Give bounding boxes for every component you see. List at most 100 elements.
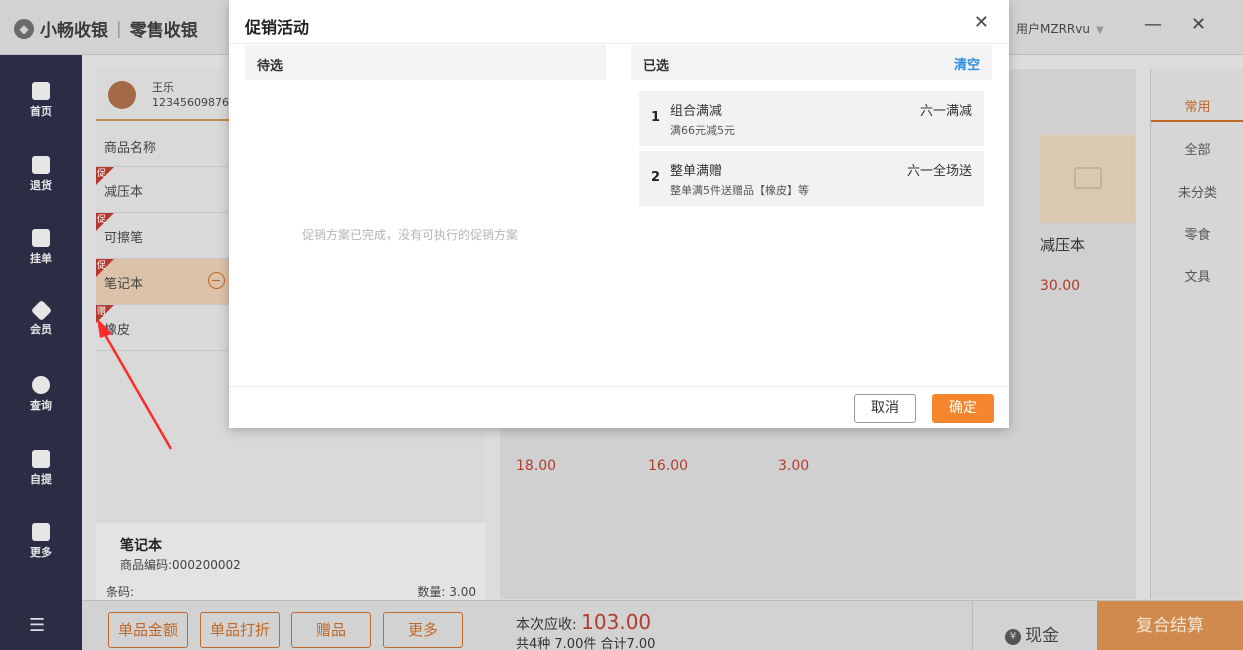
category-snacks[interactable]: 零食 [1151, 224, 1243, 243]
item-detail: 笔记本 商品编码:000200002 条码: 数量: 3.00 [96, 523, 486, 601]
cart-row[interactable]: 赠 橡皮 [96, 305, 230, 351]
item-discount-button[interactable]: 单品打折 [200, 612, 280, 648]
window-close-button[interactable]: ✕ [1191, 14, 1206, 35]
user-name: 用户MZRRvu [1016, 22, 1090, 36]
logo-divider: | [116, 18, 122, 39]
cart-row[interactable]: 促 减压本 [96, 167, 230, 213]
promotion-index: 1 [651, 110, 661, 125]
promo-tag-text: 促 [97, 261, 107, 271]
pending-header: 待选 [245, 45, 606, 80]
selected-promotion-item[interactable]: 1 组合满减 满66元减5元 六一满减 [639, 91, 984, 146]
amount-due-value: 103.00 [581, 610, 652, 634]
nav-pickup[interactable]: 自提 [0, 450, 82, 510]
goods-price: 30.00 [1040, 278, 1081, 294]
return-icon [32, 156, 50, 174]
home-icon [32, 82, 50, 100]
order-summary: 共4种 7.00件 合计7.00 [516, 637, 656, 650]
promotion-type: 六一满减 [919, 104, 972, 119]
cash-pay-button[interactable]: ¥ 现金 [972, 601, 1097, 650]
nav-return[interactable]: 退货 [0, 156, 82, 216]
promotion-index: 2 [651, 170, 661, 185]
gift-tag-text: 赠 [97, 307, 107, 317]
cart-row[interactable]: 促 可擦笔 [96, 213, 230, 259]
nav-label: 会员 [30, 323, 52, 336]
divider [229, 386, 1009, 387]
nav-label: 自提 [30, 473, 52, 486]
cart-item-name: 可擦笔 [104, 231, 144, 246]
image-placeholder-icon [1074, 167, 1102, 189]
nav-search[interactable]: 查询 [0, 376, 82, 436]
nav-label: 退货 [30, 179, 52, 192]
promotion-dialog: 促销活动 ✕ 待选 已选 清空 促销方案已完成，没有可执行的促销方案 1 组合满… [229, 0, 1009, 428]
category-all[interactable]: 全部 [1151, 139, 1243, 158]
nav-home[interactable]: 首页 [0, 82, 82, 142]
member-phone: 12345609876 [152, 96, 229, 109]
promotion-desc: 满66元减5元 [670, 124, 735, 137]
price-value: 18.00 [516, 458, 557, 474]
chevron-down-icon: ▼ [1095, 25, 1104, 36]
checkout-bar: 单品金额 单品打折 赠品 更多 本次应收: 103.00 共4种 7.00件 合… [82, 600, 1243, 650]
gift-button[interactable]: 赠品 [291, 612, 371, 648]
promo-tag-text: 促 [97, 215, 107, 225]
detail-quantity: 数量: 3.00 [417, 585, 476, 599]
detail-barcode: 条码: [106, 585, 135, 599]
item-amount-button[interactable]: 单品金额 [108, 612, 188, 648]
promotion-name: 组合满减 [670, 104, 723, 119]
side-navigation: 首页 退货 挂单 会员 查询 自提 更多 ☰ [0, 55, 82, 650]
promotion-type: 六一全场送 [906, 164, 972, 179]
nav-member[interactable]: 会员 [0, 299, 82, 363]
more-button[interactable]: 更多 [383, 612, 463, 648]
promotion-desc: 整单满5件送赠品【橡皮】等 [670, 184, 809, 197]
nav-label: 挂单 [30, 252, 52, 265]
selected-promotion-item[interactable]: 2 整单满赠 整单满5件送赠品【橡皮】等 六一全场送 [639, 151, 984, 206]
remove-item-icon[interactable] [208, 272, 225, 289]
category-stationery[interactable]: 文具 [1151, 266, 1243, 285]
amount-due: 本次应收: 103.00 [516, 610, 651, 634]
category-common[interactable]: 常用 [1151, 96, 1243, 122]
cart-row-selected[interactable]: 促 笔记本 [96, 259, 230, 305]
category-bar: 常用 全部 未分类 零食 文具 [1150, 69, 1243, 599]
nav-label: 查询 [30, 399, 52, 412]
dialog-close-button[interactable]: ✕ [974, 12, 989, 33]
goods-card[interactable] [1040, 135, 1135, 223]
yen-coin-icon: ¥ [1005, 629, 1021, 645]
price-value: 16.00 [648, 458, 689, 474]
category-uncategorized[interactable]: 未分类 [1151, 182, 1243, 201]
combined-checkout-button[interactable]: 复合结算 [1097, 601, 1243, 650]
mode-name: 零售收银 [129, 21, 198, 41]
cart-item-name: 笔记本 [104, 277, 144, 292]
app-logo: ◆ 小畅收银 | 零售收银 [14, 16, 198, 41]
selected-header-label: 已选 [643, 59, 670, 74]
app-name: 小畅收银 [40, 21, 108, 41]
cart-item-name: 橡皮 [104, 323, 131, 338]
promo-tag-text: 促 [97, 169, 107, 179]
cash-label: 现金 [1025, 626, 1059, 646]
search-icon [32, 376, 50, 394]
nav-label: 首页 [30, 105, 52, 118]
user-menu[interactable]: 用户MZRRvu ▼ [1016, 20, 1104, 37]
hold-order-icon [32, 229, 50, 247]
amount-due-label: 本次应收: [516, 617, 577, 633]
cancel-button[interactable]: 取消 [854, 394, 916, 423]
detail-code: 商品编码:000200002 [120, 558, 241, 572]
nav-hold-order[interactable]: 挂单 [0, 229, 82, 289]
menu-icon[interactable]: ☰ [29, 615, 47, 636]
clear-selected-link[interactable]: 清空 [954, 54, 980, 73]
divider [229, 43, 1009, 44]
nav-label: 更多 [30, 546, 52, 559]
empty-pending-message: 促销方案已完成，没有可执行的促销方案 [302, 228, 519, 242]
selected-header: 已选 清空 [631, 45, 992, 80]
bag-icon [32, 450, 50, 468]
member-diamond-icon [30, 299, 52, 322]
detail-name: 笔记本 [120, 538, 162, 554]
member-name: 王乐 [152, 81, 174, 94]
cart-item-name: 减压本 [104, 185, 144, 200]
price-value: 3.00 [778, 458, 810, 474]
minimize-button[interactable]: — [1144, 14, 1162, 35]
logo-icon: ◆ [14, 18, 34, 39]
promotion-name: 整单满赠 [670, 164, 723, 179]
dialog-title: 促销活动 [245, 18, 310, 37]
nav-more[interactable]: 更多 [0, 523, 82, 583]
goods-name: 减压本 [1040, 236, 1086, 254]
confirm-button[interactable]: 确定 [932, 394, 994, 423]
